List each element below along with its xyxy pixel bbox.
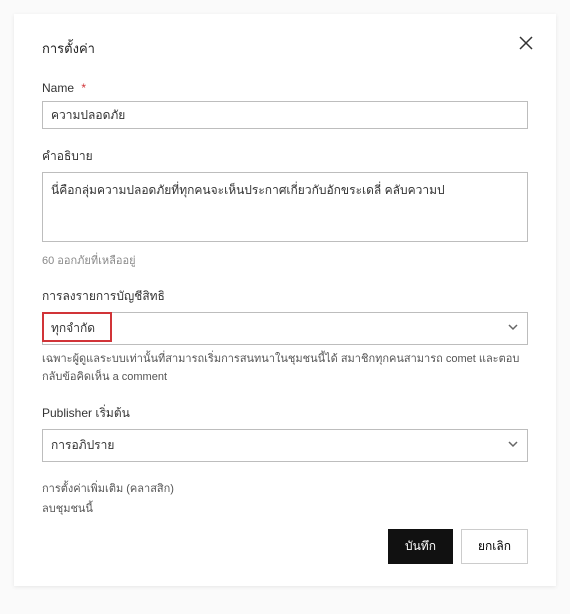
extra-links: การตั้งค่าเพิ่มเติม (คลาสสิก) ลบชุมชนนี้ [42,480,528,520]
publisher-select[interactable]: การอภิปราย [42,429,528,462]
posting-label: การลงรายการบัญชีสิทธิ [42,287,528,306]
close-icon [519,36,533,53]
posting-value: ทุกจำกัด [51,319,95,338]
description-textarea[interactable] [42,172,528,242]
dialog-title: การตั้งค่า [42,38,528,59]
delete-community-link[interactable]: ลบชุมชนนี้ [42,500,528,520]
description-label: คำอธิบาย [42,147,528,166]
publisher-field: Publisher เริ่มต้น การอภิปราย [42,404,528,462]
required-asterisk: * [81,81,86,95]
chevron-down-icon [507,438,519,453]
name-field: Name * [42,81,528,129]
description-field: คำอธิบาย 60 ออกภัยที่เหลืออยู่ [42,147,528,269]
posting-helper: เฉพาะผู้ดูแลระบบเท่านั้นที่สามารถเริ่มกา… [42,351,528,386]
char-counter: 60 ออกภัยที่เหลืออยู่ [42,251,528,269]
settings-dialog: การตั้งค่า Name * คำอธิบาย 60 ออกภัยที่เ… [14,14,556,586]
publisher-value: การอภิปราย [51,436,114,455]
close-button[interactable] [514,32,538,56]
cancel-button[interactable]: ยกเลิก [461,529,528,564]
posting-select[interactable]: ทุกจำกัด [42,312,528,345]
chevron-down-icon [507,321,519,336]
name-label-row: Name * [42,81,528,95]
save-button[interactable]: บันทึก [388,529,453,564]
name-label: Name [42,81,74,95]
posting-field: การลงรายการบัญชีสิทธิ ทุกจำกัด เฉพาะผู้ด… [42,287,528,386]
more-settings-link[interactable]: การตั้งค่าเพิ่มเติม (คลาสสิก) [42,480,528,500]
dialog-footer: บันทึก ยกเลิก [388,529,528,564]
publisher-label: Publisher เริ่มต้น [42,404,528,423]
name-input[interactable] [42,101,528,129]
